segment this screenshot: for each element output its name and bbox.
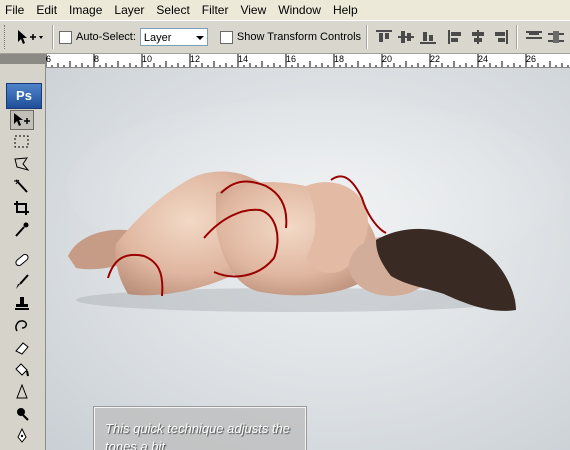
horizontal-ruler[interactable]: 6 8 10 12 14 16 18 20 22 24 26 — [46, 54, 570, 68]
align-top-icon[interactable] — [376, 30, 393, 44]
ruler-ticks — [46, 54, 569, 67]
menu-help[interactable]: Help — [327, 0, 364, 20]
pen-icon — [17, 428, 27, 443]
ruler-label: 12 — [190, 54, 201, 64]
ruler-label: 14 — [238, 54, 249, 64]
separator — [366, 25, 369, 49]
ruler-label: 20 — [382, 54, 393, 64]
align-left-icon[interactable] — [448, 30, 464, 44]
eyedropper-icon — [15, 222, 29, 237]
separator — [52, 25, 54, 49]
crop-icon — [14, 201, 29, 215]
bandage-icon — [15, 253, 29, 267]
menu-select[interactable]: Select — [150, 0, 195, 20]
marquee-icon — [14, 135, 29, 148]
current-tool-preset[interactable] — [13, 25, 47, 49]
move-tool-icon — [14, 113, 30, 126]
blur-icon — [16, 384, 28, 399]
align-bottom-icon[interactable] — [420, 30, 437, 44]
show-transform-checkbox[interactable] — [219, 30, 233, 44]
eyedropper-tool[interactable] — [10, 220, 34, 240]
menu-image[interactable]: Image — [63, 0, 108, 20]
history-brush-tool[interactable] — [10, 316, 34, 336]
menu-window[interactable]: Window — [272, 0, 327, 20]
ruler-label: 24 — [478, 54, 489, 64]
tools-panel-handle[interactable] — [0, 54, 45, 64]
menu-view[interactable]: View — [234, 0, 272, 20]
auto-select-label: Auto-Select: — [76, 31, 136, 43]
document-canvas[interactable]: This quick technique adjusts the tones a… — [46, 68, 570, 450]
distribute-center-icon[interactable] — [548, 30, 565, 44]
ruler-label: 16 — [286, 54, 297, 64]
healing-brush-tool[interactable] — [10, 250, 34, 270]
dodge-tool[interactable] — [10, 404, 34, 424]
align-vertical-center-icon[interactable] — [398, 30, 415, 44]
align-buttons — [373, 25, 567, 49]
magic-wand-icon — [14, 179, 28, 193]
paint-bucket-tool[interactable] — [10, 360, 34, 380]
crop-tool[interactable] — [10, 198, 34, 218]
caption-box: This quick technique adjusts the tones a… — [94, 407, 306, 450]
align-horizontal-center-icon[interactable] — [470, 30, 486, 44]
ruler-label: 8 — [94, 54, 100, 64]
eraser-tool[interactable] — [10, 338, 34, 358]
lasso-icon — [14, 157, 30, 171]
clone-stamp-tool[interactable] — [10, 294, 34, 314]
ruler-label: 6 — [46, 54, 52, 64]
move-tool[interactable] — [10, 110, 34, 130]
brush-tool[interactable] — [10, 272, 34, 292]
marquee-tool[interactable] — [10, 132, 34, 152]
ruler-label: 22 — [430, 54, 441, 64]
dodge-icon — [17, 408, 29, 421]
menu-layer[interactable]: Layer — [108, 0, 150, 20]
history-brush-icon — [15, 320, 27, 332]
pen-tool[interactable] — [10, 426, 34, 446]
tools-panel: Ps — [0, 54, 46, 450]
lasso-tool[interactable] — [10, 154, 34, 174]
magic-wand-tool[interactable] — [10, 176, 34, 196]
auto-select-checkbox[interactable] — [59, 30, 72, 44]
auto-select-dropdown[interactable]: Layer — [139, 28, 208, 46]
align-right-icon[interactable] — [492, 30, 509, 44]
options-bar: Auto-Select: Layer Show Transform Contro… — [0, 20, 570, 54]
eraser-icon — [15, 342, 29, 355]
blur-tool[interactable] — [10, 382, 34, 402]
ruler-label: 18 — [334, 54, 345, 64]
separator — [516, 25, 519, 49]
brush-icon — [16, 274, 29, 289]
options-bar-grip[interactable] — [4, 25, 9, 49]
show-transform-label: Show Transform Controls — [236, 31, 362, 43]
auto-select-value: Layer — [143, 32, 172, 44]
move-tool-icon — [18, 30, 43, 44]
distribute-top-icon[interactable] — [526, 30, 543, 44]
menu-file[interactable]: File — [0, 0, 30, 20]
ruler-label: 26 — [526, 54, 537, 64]
stamp-icon — [15, 297, 29, 310]
paint-bucket-icon — [15, 363, 29, 377]
reclining-figure-image — [66, 98, 566, 312]
menu-bar: File Edit Image Layer Select Filter View… — [0, 0, 570, 20]
menu-edit[interactable]: Edit — [30, 0, 63, 20]
ruler-label: 10 — [142, 54, 153, 64]
menu-filter[interactable]: Filter — [196, 0, 235, 20]
caption-text: This quick technique adjusts the tones a… — [105, 421, 290, 450]
chevron-down-icon — [195, 36, 204, 40]
photoshop-logo[interactable]: Ps — [6, 83, 42, 109]
